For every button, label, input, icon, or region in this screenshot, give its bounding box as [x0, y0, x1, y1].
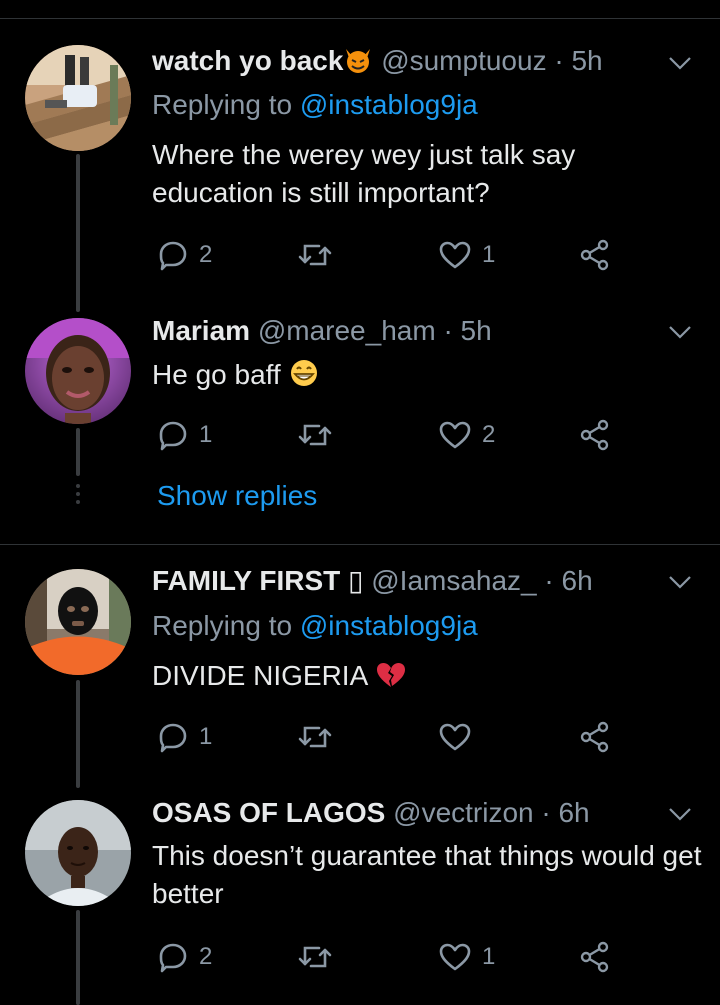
like-count: 2 [482, 421, 496, 448]
action-bar: 2 1 [0, 235, 720, 275]
heart-icon [439, 421, 471, 449]
share-icon [580, 941, 609, 973]
display-name[interactable]: watch yo back [152, 45, 343, 76]
handle-and-time: @maree_ham · 5h [257, 315, 492, 346]
handle-and-time: @sumptuouz · 5h [381, 45, 603, 76]
handle-and-time: @vectrizon · 6h [393, 797, 590, 828]
replying-prefix: Replying to [152, 610, 300, 641]
share-icon [580, 239, 609, 271]
retweet-icon [298, 946, 332, 968]
chevron-down-icon[interactable] [667, 53, 693, 73]
share-button[interactable] [579, 415, 611, 455]
reply-button[interactable]: 2 [157, 235, 212, 275]
action-bar: 1 [0, 717, 720, 757]
action-bar: 1 2 [0, 415, 720, 455]
display-name[interactable]: OSAS OF LAGOS [152, 797, 385, 828]
share-button[interactable] [579, 235, 611, 275]
speech-bubble-icon [159, 943, 187, 973]
share-button[interactable] [579, 717, 611, 757]
retweet-button[interactable] [297, 937, 343, 977]
show-replies-link[interactable]: Show replies [157, 480, 317, 512]
retweet-icon [298, 244, 332, 266]
chevron-down-icon[interactable] [667, 572, 693, 592]
retweet-icon [298, 424, 332, 446]
like-count: 1 [482, 241, 496, 268]
reply-count: 1 [199, 421, 213, 448]
action-bar: 2 1 [0, 937, 720, 977]
reply-button[interactable]: 1 [157, 717, 212, 757]
top-divider [0, 18, 720, 19]
handle-and-time: @Iamsahaz_ · 6h [371, 565, 593, 596]
chevron-down-icon[interactable] [667, 804, 693, 824]
retweet-button[interactable] [297, 235, 343, 275]
retweet-icon [298, 726, 332, 748]
heart-icon [439, 723, 471, 751]
tweet-text-body: He go baff [152, 359, 281, 390]
mention-link[interactable]: @instablog9ja [300, 89, 478, 120]
broken-heart-icon [375, 661, 407, 699]
speech-bubble-icon [159, 723, 187, 753]
tweet-text: DIVIDE NIGERIA [152, 657, 702, 699]
like-button[interactable]: 1 [438, 937, 495, 977]
thread-line [76, 154, 80, 312]
grinning-face-icon [288, 358, 320, 398]
reply-count: 1 [199, 723, 213, 750]
thread-divider [0, 544, 720, 545]
avatar[interactable] [25, 800, 131, 906]
tweet-header: watch yo back @sumptuouz · 5h [152, 44, 603, 82]
tweet-text: Where the werey wey just talk say educat… [152, 139, 576, 208]
heart-icon [439, 241, 471, 269]
mention-link[interactable]: @instablog9ja [300, 610, 478, 641]
replying-to-line: Replying to @instablog9ja [152, 609, 478, 643]
reply-button[interactable]: 2 [157, 937, 212, 977]
tweet-header: Mariam @maree_ham · 5h [152, 314, 492, 348]
like-count: 1 [482, 943, 496, 970]
share-icon [580, 721, 609, 753]
tweet-text: He go baff [152, 356, 702, 398]
devil-face-icon [343, 46, 373, 82]
replying-prefix: Replying to [152, 89, 300, 120]
retweet-button[interactable] [297, 415, 343, 455]
more-replies-dots [75, 484, 81, 508]
tweet-header: FAMILY FIRST ▯ @Iamsahaz_ · 6h [152, 564, 593, 598]
like-button[interactable]: 1 [438, 235, 495, 275]
tweet-text-body: DIVIDE NIGERIA [152, 660, 367, 691]
share-button[interactable] [579, 937, 611, 977]
speech-bubble-icon [159, 241, 187, 271]
tweet-text: This doesn’t guarantee that things would… [152, 840, 702, 909]
display-name[interactable]: FAMILY FIRST [152, 565, 340, 596]
name-symbol: ▯ [348, 565, 364, 596]
avatar[interactable] [25, 569, 131, 675]
like-button[interactable]: 2 [438, 415, 495, 455]
reply-count: 2 [199, 241, 213, 268]
display-name[interactable]: Mariam [152, 315, 250, 346]
replying-to-line: Replying to @instablog9ja [152, 88, 478, 122]
speech-bubble-icon [159, 421, 187, 451]
reply-button[interactable]: 1 [157, 415, 212, 455]
avatar[interactable] [25, 318, 131, 424]
retweet-button[interactable] [297, 717, 343, 757]
chevron-down-icon[interactable] [667, 322, 693, 342]
heart-icon [439, 943, 471, 971]
avatar[interactable] [25, 45, 131, 151]
tweet-header: OSAS OF LAGOS @vectrizon · 6h [152, 796, 590, 830]
like-button[interactable] [438, 717, 482, 757]
reply-count: 2 [199, 943, 213, 970]
share-icon [580, 419, 609, 451]
